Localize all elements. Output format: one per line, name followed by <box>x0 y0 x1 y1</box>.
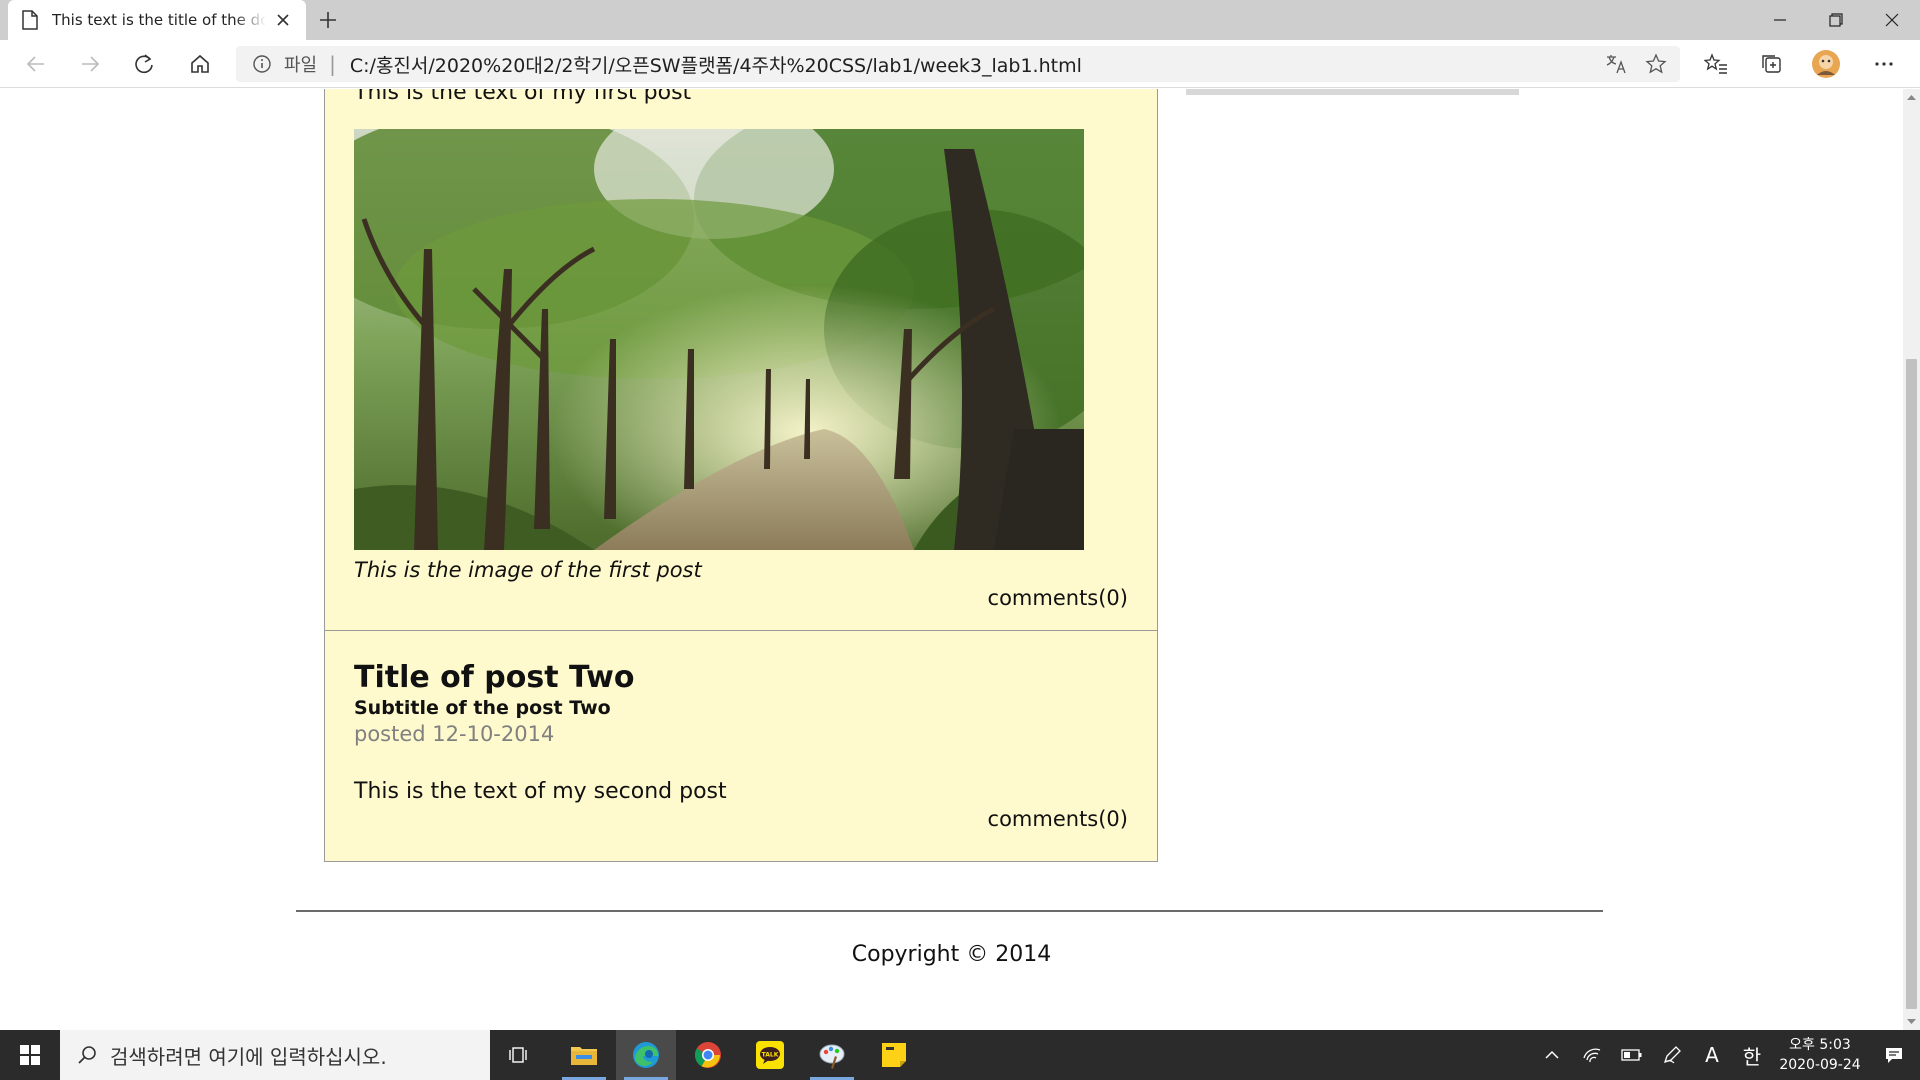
file-explorer-button[interactable] <box>554 1030 614 1080</box>
clock-date: 2020-09-24 <box>1779 1057 1861 1073</box>
translate-button[interactable] <box>1602 50 1630 78</box>
home-icon <box>191 54 209 73</box>
windows-taskbar: 검색하려면 여기에 입력하십시오. TALK A 한 오후 5:03 2020-… <box>0 1030 1920 1080</box>
battery-icon <box>1621 1049 1642 1061</box>
start-button[interactable] <box>0 1030 60 1080</box>
post-two-title: Title of post Two <box>354 660 635 695</box>
info-icon[interactable] <box>252 54 272 74</box>
sidebar-bottom-edge <box>1186 89 1519 95</box>
paint-button[interactable] <box>802 1030 862 1080</box>
restore-icon <box>1829 13 1843 27</box>
pen-icon <box>1663 1046 1681 1064</box>
taskbar-search[interactable]: 검색하려면 여기에 입력하십시오. <box>60 1030 490 1080</box>
paint-icon <box>819 1044 845 1069</box>
close-window-icon <box>1885 13 1899 27</box>
search-icon <box>78 1046 96 1064</box>
page-scrollbar[interactable] <box>1903 89 1920 1030</box>
refresh-icon <box>135 54 153 74</box>
chrome-icon <box>694 1042 721 1068</box>
post-two-comments-link[interactable]: comments(0) <box>988 807 1128 831</box>
back-arrow-icon <box>26 56 44 72</box>
footer-divider <box>296 910 1603 912</box>
system-tray: A 한 오후 5:03 2020-09-24 <box>1532 1030 1920 1080</box>
scroll-up-arrow-icon[interactable] <box>1907 93 1916 102</box>
more-icon <box>1875 62 1893 66</box>
plus-icon[interactable] <box>316 8 340 32</box>
post-two-text: This is the text of my second post <box>354 779 727 804</box>
file-explorer-icon <box>571 1047 597 1065</box>
task-view-icon <box>509 1047 527 1063</box>
window-controls <box>1752 0 1920 40</box>
address-bar[interactable]: 파일 | C:/홍진서/2020%20대2/2학기/오픈SW플랫폼/4주차%20… <box>236 46 1680 82</box>
kakaotalk-icon: TALK <box>756 1041 784 1069</box>
scrollbar-thumb[interactable] <box>1906 359 1917 1009</box>
taskbar-clock[interactable]: 오후 5:03 2020-09-24 <box>1772 1035 1868 1075</box>
ime-mode-indicator[interactable]: A <box>1692 1030 1732 1080</box>
restore-button[interactable] <box>1808 0 1864 40</box>
address-scheme-label: 파일 <box>284 55 318 76</box>
home-button[interactable] <box>184 48 216 80</box>
scroll-down-arrow-icon[interactable] <box>1907 1017 1916 1026</box>
minimize-icon <box>1774 19 1786 21</box>
minimize-button[interactable] <box>1752 0 1808 40</box>
back-button[interactable] <box>20 48 52 80</box>
tab-title: This text is the title of the document <box>52 11 266 29</box>
favorites-icon <box>1704 53 1727 74</box>
post-two-subtitle: Subtitle of the post Two <box>354 697 611 719</box>
star-icon <box>1645 53 1667 74</box>
chevron-up-icon <box>1545 1050 1559 1059</box>
address-url[interactable]: C:/홍진서/2020%20대2/2학기/오픈SW플랫폼/4주차%20CSS/l… <box>350 51 1082 78</box>
favorite-star-button[interactable] <box>1642 50 1670 78</box>
forward-arrow-icon <box>82 56 100 72</box>
post-one-text: This is the text of my first post <box>354 89 692 104</box>
post-two: Title of post Two Subtitle of the post T… <box>324 630 1158 862</box>
forward-button[interactable] <box>74 48 106 80</box>
page-viewport: This is the text of my first post This i… <box>0 89 1920 1030</box>
sticky-notes-button[interactable] <box>864 1030 924 1080</box>
footer-copyright: Copyright © 2014 <box>851 942 1052 967</box>
edge-button[interactable] <box>616 1030 676 1080</box>
windows-logo-icon <box>20 1045 40 1065</box>
address-separator: | <box>329 52 336 76</box>
notification-icon <box>1886 1048 1902 1063</box>
tab-bar: This text is the title of the document <box>0 0 1920 40</box>
close-icon[interactable] <box>274 11 292 29</box>
post-one: This is the text of my first post This i… <box>324 89 1158 698</box>
favorites-button[interactable] <box>1700 48 1732 80</box>
browser-tab[interactable]: This text is the title of the document <box>8 0 306 40</box>
address-actions <box>1602 50 1670 78</box>
page-icon <box>22 10 38 30</box>
profile-button[interactable] <box>1810 48 1842 80</box>
kakaotalk-button[interactable]: TALK <box>740 1030 800 1080</box>
collections-icon <box>1762 55 1781 73</box>
network-button[interactable] <box>1572 1030 1612 1080</box>
forest-path-image <box>354 129 1084 550</box>
post-two-date: posted 12-10-2014 <box>354 722 555 746</box>
pen-button[interactable] <box>1652 1030 1692 1080</box>
translate-icon <box>1606 55 1626 74</box>
post-one-image-caption: This is the image of the first post <box>354 558 702 582</box>
chrome-button[interactable] <box>678 1030 738 1080</box>
edge-icon <box>633 1042 659 1068</box>
clock-time: 오후 5:03 <box>1789 1037 1851 1053</box>
wifi-icon <box>1583 1048 1601 1063</box>
action-center-button[interactable] <box>1868 1030 1920 1080</box>
sticky-notes-icon <box>882 1043 906 1067</box>
profile-avatar <box>1812 50 1840 78</box>
post-one-comments-link[interactable]: comments(0) <box>988 586 1128 610</box>
task-view-button[interactable] <box>490 1030 550 1080</box>
collections-button[interactable] <box>1756 48 1788 80</box>
post-one-image <box>354 129 1084 550</box>
svg-text:TALK: TALK <box>762 1052 779 1059</box>
show-hidden-icons-button[interactable] <box>1532 1030 1572 1080</box>
refresh-button[interactable] <box>128 48 160 80</box>
ime-language-indicator[interactable]: 한 <box>1732 1030 1772 1080</box>
battery-button[interactable] <box>1612 1030 1652 1080</box>
taskbar-search-placeholder: 검색하려면 여기에 입력하십시오. <box>110 1044 387 1069</box>
more-button[interactable] <box>1868 48 1900 80</box>
browser-toolbar: 파일 | C:/홍진서/2020%20대2/2학기/오픈SW플랫폼/4주차%20… <box>0 40 1920 88</box>
close-window-button[interactable] <box>1864 0 1920 40</box>
